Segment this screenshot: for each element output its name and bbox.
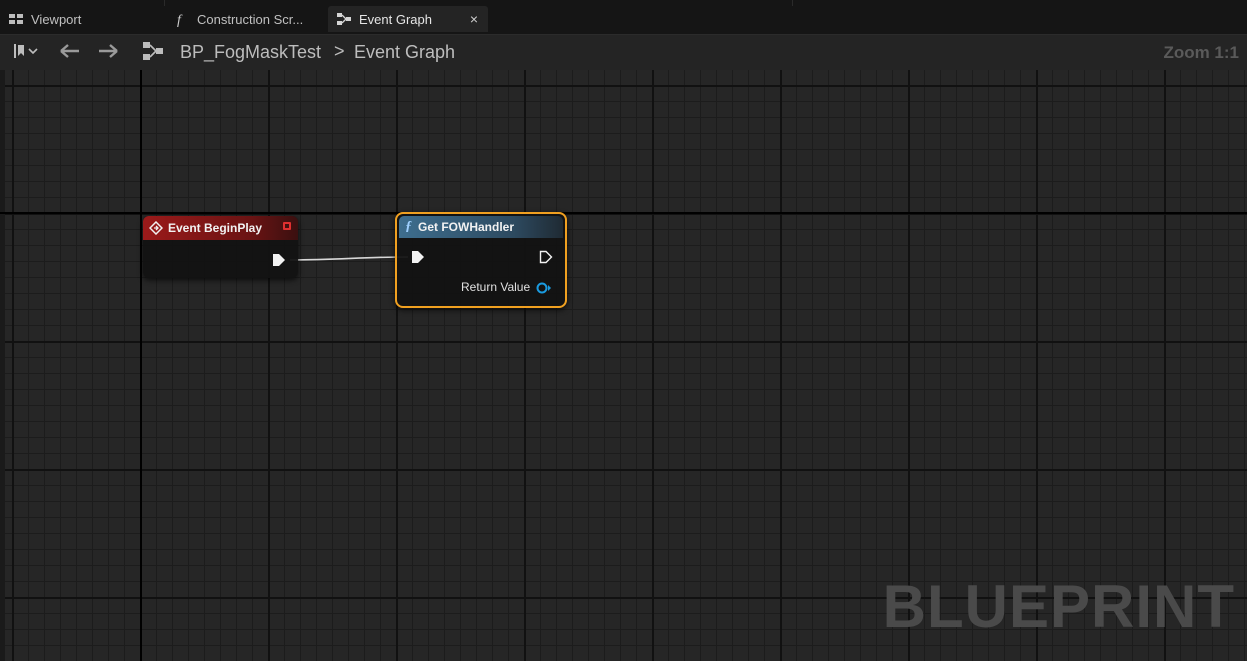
close-icon[interactable]: ×	[470, 11, 478, 27]
forward-button[interactable]	[92, 35, 124, 71]
graph-canvas[interactable]: Event BeginPlay ƒ Get FOWHandler Return …	[0, 70, 1247, 661]
node-title: Get FOWHandler	[418, 220, 515, 234]
svg-text:f: f	[177, 13, 183, 27]
graph-icon	[141, 40, 165, 67]
tab-label: Event Graph	[359, 11, 432, 27]
arrow-left-icon	[59, 43, 81, 64]
tab-divider	[792, 0, 793, 6]
breadcrumb-graph[interactable]: Event Graph	[354, 42, 455, 63]
return-value-pin[interactable]	[536, 281, 552, 295]
graph-toolbar: BP_FogMaskTest > Event Graph Zoom 1:1	[0, 34, 1247, 71]
bookmark-dropdown-button[interactable]	[6, 35, 44, 71]
tab-label: Viewport	[31, 11, 82, 27]
tab-divider	[164, 0, 165, 6]
event-icon	[149, 221, 163, 235]
graph-type-icon-wrap	[138, 35, 168, 71]
bookmark-icon	[10, 42, 40, 65]
function-icon: ƒ	[405, 219, 412, 234]
node-header: Event BeginPlay	[143, 216, 298, 240]
document-tab-strip: Viewport f Construction Scr... Event Gra…	[0, 0, 1247, 34]
event-beginplay-node[interactable]: Event BeginPlay	[143, 216, 298, 278]
breadcrumb-separator: >	[334, 41, 345, 61]
exec-input-pin[interactable]	[411, 250, 425, 264]
return-value-label: Return Value	[461, 280, 531, 294]
blueprint-watermark: BLUEPRINT	[882, 573, 1235, 640]
zoom-level: Zoom 1:1	[1163, 43, 1239, 62]
get-fowhandler-node[interactable]: ƒ Get FOWHandler Return Value	[395, 212, 567, 308]
function-icon: f	[174, 11, 190, 28]
node-header: ƒ Get FOWHandler	[399, 216, 563, 238]
exec-output-pin[interactable]	[539, 250, 553, 264]
output-delegate-pin[interactable]	[283, 222, 291, 230]
tab-construction-script[interactable]: f Construction Scr...	[166, 6, 326, 32]
tab-viewport[interactable]: Viewport	[0, 6, 165, 32]
breadcrumb-blueprint[interactable]: BP_FogMaskTest	[180, 42, 321, 63]
tab-label: Construction Scr...	[197, 11, 304, 27]
viewport-icon	[8, 11, 24, 27]
back-button[interactable]	[54, 35, 86, 71]
node-title: Event BeginPlay	[168, 221, 263, 235]
tab-event-graph[interactable]: Event Graph ×	[328, 6, 488, 32]
arrow-right-icon	[97, 43, 119, 64]
exec-output-pin[interactable]	[272, 253, 286, 267]
graph-icon	[336, 11, 352, 27]
